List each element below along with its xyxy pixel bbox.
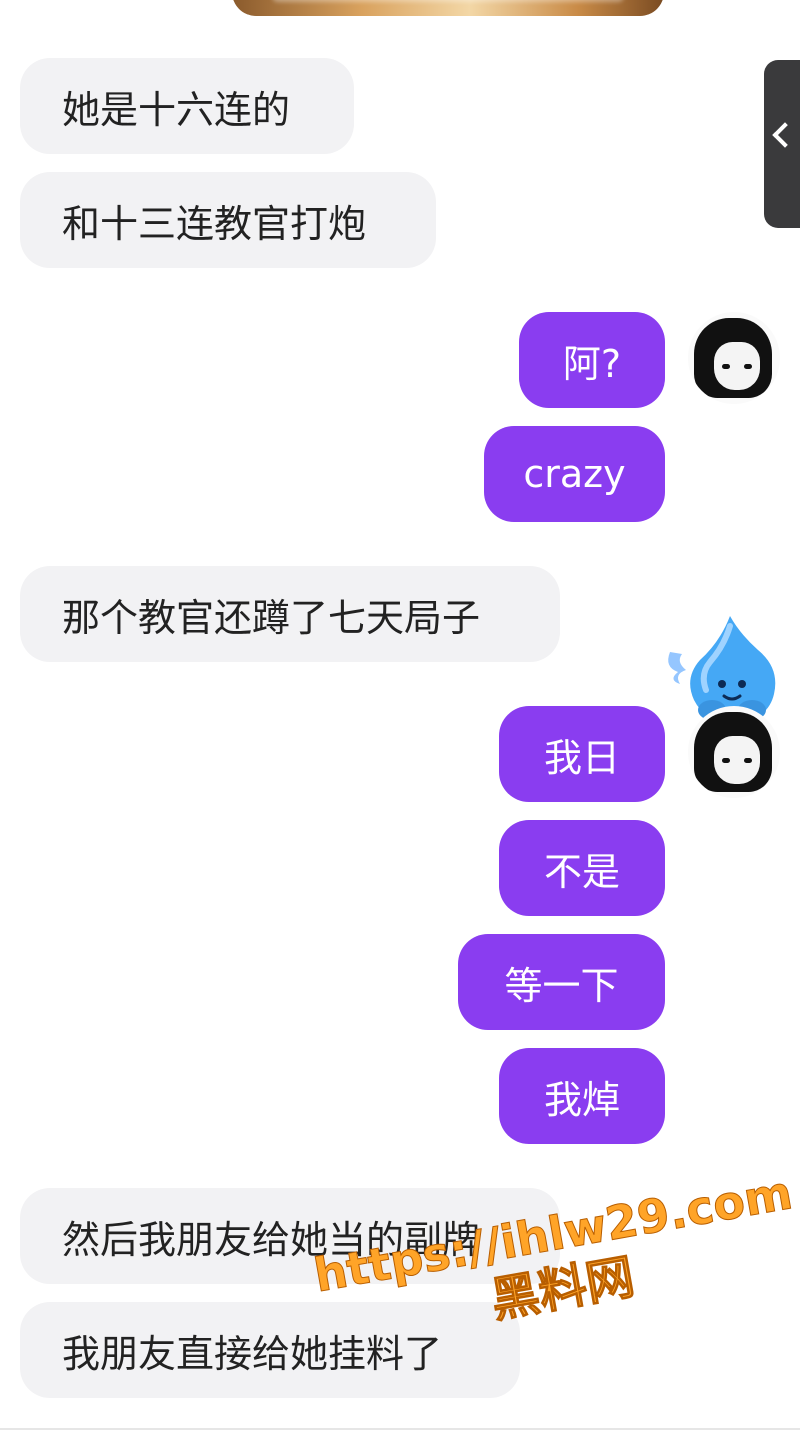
message-bubble-outgoing[interactable]: 我日 bbox=[499, 706, 665, 802]
message-bubble-incoming[interactable]: 和十三连教官打炮 bbox=[20, 172, 436, 268]
message-text: 那个教官还蹲了七天局子 bbox=[62, 595, 481, 640]
message-text: 阿? bbox=[562, 341, 622, 386]
message-bubble-outgoing[interactable]: crazy bbox=[484, 426, 665, 522]
message-text: crazy bbox=[523, 452, 626, 496]
message-text: 我焯 bbox=[543, 1077, 620, 1122]
message-text: 和十三连教官打炮 bbox=[62, 201, 367, 246]
message-text: 我日 bbox=[543, 735, 620, 780]
message-bubble-incoming[interactable]: 她是十六连的 bbox=[20, 58, 354, 154]
message-bubble-outgoing[interactable]: 等一下 bbox=[458, 934, 665, 1030]
message-bubble-outgoing[interactable]: 我焯 bbox=[499, 1048, 665, 1144]
message-text: 等一下 bbox=[504, 963, 619, 1008]
message-text: 她是十六连的 bbox=[62, 87, 291, 132]
top-media-preview[interactable] bbox=[232, 0, 664, 16]
message-bubble-outgoing[interactable]: 阿? bbox=[519, 312, 665, 408]
user-avatar[interactable] bbox=[688, 312, 780, 404]
bottom-divider bbox=[0, 1428, 800, 1430]
chevron-left-icon bbox=[772, 122, 798, 148]
message-bubble-incoming[interactable]: 那个教官还蹲了七天局子 bbox=[20, 566, 560, 662]
message-text: 不是 bbox=[543, 849, 620, 894]
side-panel-handle[interactable] bbox=[764, 60, 800, 228]
user-avatar[interactable] bbox=[688, 706, 780, 798]
message-bubble-outgoing[interactable]: 不是 bbox=[499, 820, 665, 916]
